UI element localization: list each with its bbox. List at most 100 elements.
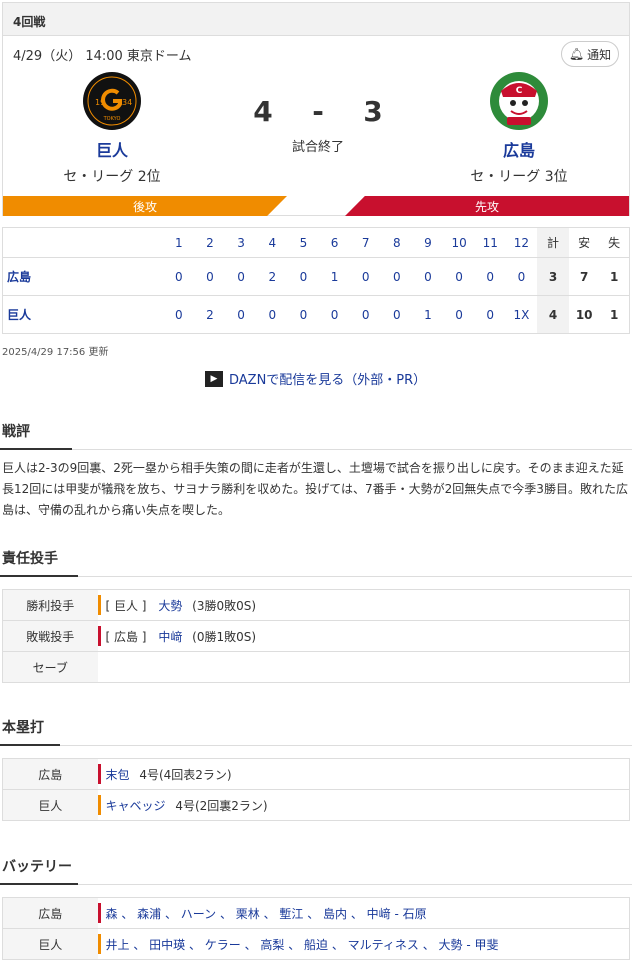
away-team-rank: セ・リーグ 3位: [470, 169, 568, 185]
inning-header: 7: [361, 235, 370, 250]
score-display: 4 - 3: [243, 95, 393, 128]
score-separator: -: [312, 95, 324, 128]
win-pitcher-link[interactable]: 大勢: [158, 599, 182, 613]
inning-score[interactable]: 0: [443, 257, 475, 296]
inning-score[interactable]: 0: [443, 295, 475, 334]
updated-time: 2025/4/29 17:56 更新: [2, 347, 109, 358]
inning-header: 10: [451, 235, 467, 250]
total-errors: 1: [599, 257, 630, 296]
home-team-name[interactable]: 巨人: [32, 137, 192, 161]
home-side-label: 後攻: [3, 196, 287, 216]
inning-score[interactable]: 0: [163, 295, 195, 334]
battery-title: バッテリー: [2, 859, 72, 875]
inning-score[interactable]: 0: [505, 257, 537, 296]
inning-score[interactable]: 2: [256, 257, 288, 296]
game-status: 試合終了: [291, 140, 344, 155]
total-runs: 4: [536, 295, 570, 334]
total-hits: 10: [569, 295, 600, 334]
pitchers-title: 責任投手: [2, 551, 58, 567]
inning-score[interactable]: 0: [350, 295, 382, 334]
inning-score[interactable]: 0: [474, 295, 506, 334]
inning-score[interactable]: 0: [287, 295, 319, 334]
battery-team: 巨人: [2, 928, 98, 960]
lose-label: 敗戦投手: [2, 620, 98, 652]
hr-detail: 4号(2回裏2ラン): [175, 798, 268, 813]
save-label: セーブ: [2, 651, 98, 683]
table-row: セーブ: [2, 651, 630, 683]
inning-header: 4: [268, 235, 277, 250]
table-row: 広島 森 、 森浦 、 ハーン 、 栗林 、 塹江 、 島内 、 中﨑 - 石原: [2, 897, 630, 929]
battery-table: 広島 森 、 森浦 、 ハーン 、 栗林 、 塹江 、 島内 、 中﨑 - 石原…: [2, 897, 630, 960]
hr-player-link[interactable]: 末包: [106, 768, 130, 782]
inning-header: 8: [393, 235, 401, 250]
bell-icon: 🔔︎: [568, 47, 585, 61]
inning-score[interactable]: 0: [412, 257, 444, 296]
round-label: 4回戦: [3, 3, 629, 36]
play-icon: ▶: [205, 370, 223, 387]
hr-team: 広島: [2, 758, 98, 790]
row-team-link[interactable]: 巨人: [2, 295, 164, 334]
inning-score[interactable]: 2: [194, 295, 226, 334]
table-row: 巨人 井上 、 田中瑛 、 ケラー 、 高梨 、 船迫 、 マルティネス 、 大…: [2, 928, 630, 960]
battery-players-link[interactable]: 森 、 森浦 、 ハーン 、 栗林 、 塹江 、 島内 、 中﨑 - 石原: [106, 907, 427, 921]
away-score: 3: [363, 95, 383, 128]
game-header: 4回戦 4/29（火） 14:00 東京ドーム 🔔︎ 通知 19 34 TOKY…: [2, 2, 630, 216]
inning-header: 12: [513, 235, 530, 250]
inning-score[interactable]: 0: [194, 257, 226, 296]
win-label: 勝利投手: [2, 589, 98, 621]
inning-score[interactable]: 1X: [505, 295, 537, 334]
inning-score[interactable]: 1: [412, 295, 444, 334]
scoreboard: 1 2 3 4 5 6 7 8 9 10 11 12 計 安 失 広島 0 0 …: [2, 227, 630, 334]
inning-score[interactable]: 0: [163, 257, 195, 296]
date-venue: 4/29（火） 14:00 東京ドーム: [13, 49, 192, 64]
inning-header: 11: [482, 235, 498, 250]
inning-header: 1: [175, 235, 183, 250]
inning-score[interactable]: 0: [256, 295, 288, 334]
inning-score[interactable]: 0: [350, 257, 382, 296]
total-errors: 1: [599, 295, 630, 334]
inning-score[interactable]: 1: [318, 257, 351, 296]
table-row: 広島 0 0 0 2 0 1 0 0 0 0 0 0 3 7 1: [2, 257, 630, 296]
giants-logo: 19 34 TOKYO: [82, 71, 142, 131]
inning-score[interactable]: 0: [287, 257, 319, 296]
inning-score[interactable]: 0: [381, 257, 413, 296]
homeruns-title: 本塁打: [2, 720, 44, 736]
home-score: 4: [253, 95, 273, 128]
total-hits: 7: [569, 257, 600, 296]
pitchers-table: 勝利投手 [ 巨人 ] 大勢 (3勝0敗0S) 敗戦投手 [ 広島 ] 中﨑 (…: [2, 589, 630, 683]
svg-text:C: C: [516, 86, 523, 96]
inning-header: 3: [237, 235, 245, 250]
row-team-link[interactable]: 広島: [2, 257, 164, 296]
hits-header: 安: [578, 236, 591, 250]
inning-header: 2: [206, 235, 214, 250]
inning-score[interactable]: 0: [381, 295, 413, 334]
table-row: 勝利投手 [ 巨人 ] 大勢 (3勝0敗0S): [2, 589, 630, 621]
hr-player-link[interactable]: キャベッジ: [106, 799, 166, 813]
home-team[interactable]: 19 34 TOKYO 巨人 セ・リーグ 2位: [32, 71, 192, 186]
inning-score[interactable]: 0: [318, 295, 351, 334]
dazn-link-label[interactable]: DAZNで配信を見る（外部・PR）: [229, 369, 426, 388]
win-record: (3勝0敗0S): [192, 598, 257, 613]
table-row: 巨人 キャベッジ 4号(2回裏2ラン): [2, 789, 630, 821]
dazn-link[interactable]: ▶ DAZNで配信を見る（外部・PR）: [205, 369, 426, 388]
homeruns-table: 広島 末包 4号(4回表2ラン) 巨人 キャベッジ 4号(2回裏2ラン): [2, 758, 630, 821]
notify-button[interactable]: 🔔︎ 通知: [561, 41, 619, 67]
away-team[interactable]: C 広島 セ・リーグ 3位: [439, 71, 599, 186]
lose-pitcher-link[interactable]: 中﨑: [158, 630, 182, 644]
inning-score[interactable]: 0: [225, 257, 257, 296]
inning-score[interactable]: 0: [225, 295, 257, 334]
inning-header: 6: [330, 235, 339, 250]
inning-header: 5: [299, 235, 308, 250]
table-row: 敗戦投手 [ 広島 ] 中﨑 (0勝1敗0S): [2, 620, 630, 652]
notify-label: 通知: [587, 47, 612, 62]
away-side-label: 先攻: [345, 196, 629, 216]
hr-detail: 4号(4回表2ラン): [139, 767, 232, 782]
table-row: 広島 末包 4号(4回表2ラン): [2, 758, 630, 790]
battery-players-link[interactable]: 井上 、 田中瑛 、 ケラー 、 高梨 、 船迫 、 マルティネス 、 大勢 -…: [106, 938, 499, 952]
review-title: 戦評: [2, 424, 30, 440]
win-team: [ 巨人 ]: [105, 598, 147, 613]
away-team-name[interactable]: 広島: [439, 137, 599, 161]
lose-record: (0勝1敗0S): [192, 629, 257, 644]
inning-score[interactable]: 0: [474, 257, 506, 296]
hr-team: 巨人: [2, 789, 98, 821]
